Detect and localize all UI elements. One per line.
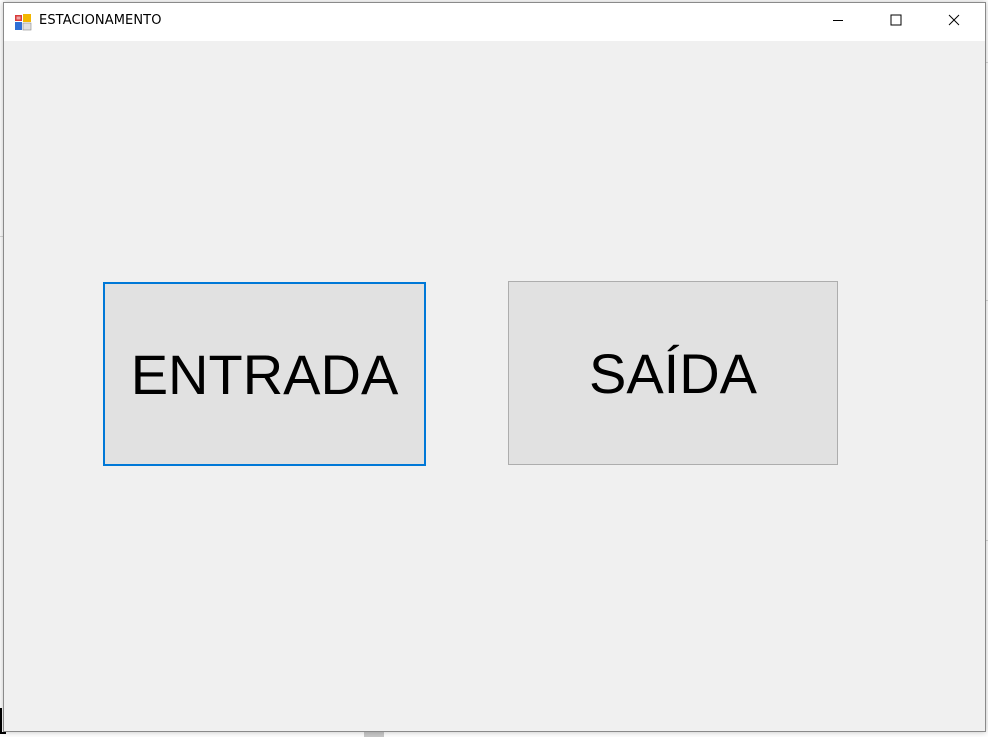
winforms-app-icon[interactable]: [14, 13, 32, 31]
saida-button-label: SAÍDA: [588, 341, 758, 405]
saida-button[interactable]: SAÍDA: [508, 281, 838, 465]
minimize-icon: [832, 13, 844, 31]
entrada-button-label: ENTRADA: [130, 342, 399, 406]
maximize-icon: [890, 13, 902, 31]
form-client-area: ENTRADA SAÍDA: [4, 41, 985, 731]
title-bar[interactable]: ESTACIONAMENTO: [4, 3, 985, 41]
estacionamento-window: ESTACIONAMENTO ENTRADA SAÍDA: [3, 2, 986, 732]
window-title: ESTACIONAMENTO: [39, 13, 162, 28]
maximize-button[interactable]: [867, 3, 925, 41]
minimize-button[interactable]: [809, 3, 867, 41]
close-icon: [948, 13, 960, 31]
close-button[interactable]: [925, 3, 983, 41]
entrada-button[interactable]: ENTRADA: [103, 282, 426, 466]
